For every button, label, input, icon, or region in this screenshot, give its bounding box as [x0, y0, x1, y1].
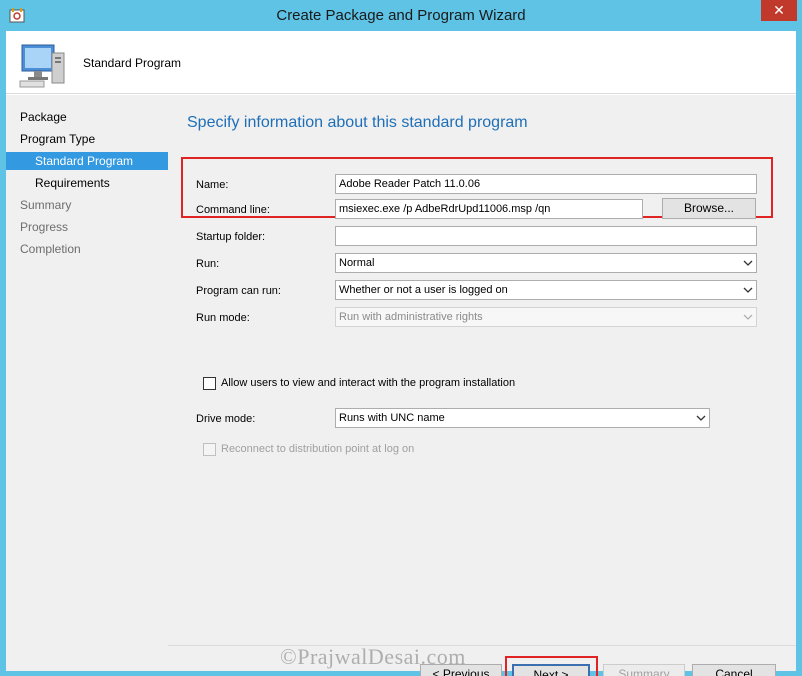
drive-mode-value: Runs with UNC name — [339, 412, 445, 424]
content-heading: Specify information about this standard … — [187, 114, 528, 131]
sidebar-item-completion: Completion — [20, 242, 81, 256]
reconnect-checkbox — [203, 443, 216, 456]
sidebar-item-package: Package — [20, 110, 67, 124]
drive-mode-label: Drive mode: — [196, 413, 256, 425]
run-mode-label: Run mode: — [196, 312, 250, 324]
summary-button: Summary — [603, 664, 685, 676]
run-label: Run: — [196, 258, 220, 270]
name-label: Name: — [196, 179, 229, 191]
sidebar-item-program-type: Program Type — [20, 132, 96, 146]
page-title: Standard Program — [83, 56, 182, 70]
run-select[interactable]: Normal — [335, 253, 757, 273]
startup-folder-field[interactable] — [335, 226, 757, 246]
chevron-down-icon — [743, 314, 753, 320]
next-button[interactable]: Next > — [512, 664, 590, 676]
watermark: ©PrajwalDesai.com — [280, 644, 466, 669]
run-mode-select: Run with administrative rights — [335, 307, 757, 327]
program-can-run-select[interactable]: Whether or not a user is logged on — [335, 280, 757, 300]
wizard-header: Standard Program — [6, 31, 796, 94]
sidebar-item-summary: Summary — [20, 198, 72, 212]
chevron-down-icon — [743, 260, 753, 266]
footer-separator — [168, 645, 796, 646]
run-mode-value: Run with administrative rights — [339, 311, 483, 323]
allow-interact-checkbox[interactable] — [203, 377, 216, 390]
sidebar-item-progress: Progress — [20, 220, 69, 234]
allow-interact-label: Allow users to view and interact with th… — [221, 377, 516, 389]
chevron-down-icon — [743, 287, 753, 293]
program-can-run-value: Whether or not a user is logged on — [339, 284, 508, 296]
sidebar-item-standard-program: Standard Program — [6, 152, 168, 170]
wizard-window: Standard Program Package Program Type St… — [6, 31, 796, 676]
chevron-down-icon — [696, 415, 706, 421]
cancel-button[interactable]: Cancel — [692, 664, 776, 676]
run-select-value: Normal — [339, 257, 375, 269]
browse-button[interactable]: Browse... — [662, 198, 756, 219]
program-can-run-label: Program can run: — [196, 285, 281, 297]
wizard-content: Specify information about this standard … — [168, 95, 796, 676]
wizard-steps-sidebar: Package Program Type Standard Program Re… — [6, 95, 168, 671]
sidebar-item-requirements: Requirements — [35, 176, 110, 190]
drive-mode-select[interactable]: Runs with UNC name — [335, 408, 710, 428]
computer-icon — [19, 44, 65, 88]
command-line-label: Command line: — [196, 204, 270, 216]
reconnect-label: Reconnect to distribution point at log o… — [221, 443, 415, 455]
window-title: Create Package and Program Wizard — [276, 7, 526, 24]
startup-folder-label: Startup folder: — [196, 231, 266, 243]
title-bar: Create Package and Program Wizard ✕ — [0, 0, 802, 31]
name-field[interactable]: Adobe Reader Patch 11.0.06 — [335, 174, 757, 194]
close-button[interactable]: ✕ — [761, 0, 797, 21]
command-line-field[interactable]: msiexec.exe /p AdbeRdrUpd11006.msp /qn — [335, 199, 643, 219]
